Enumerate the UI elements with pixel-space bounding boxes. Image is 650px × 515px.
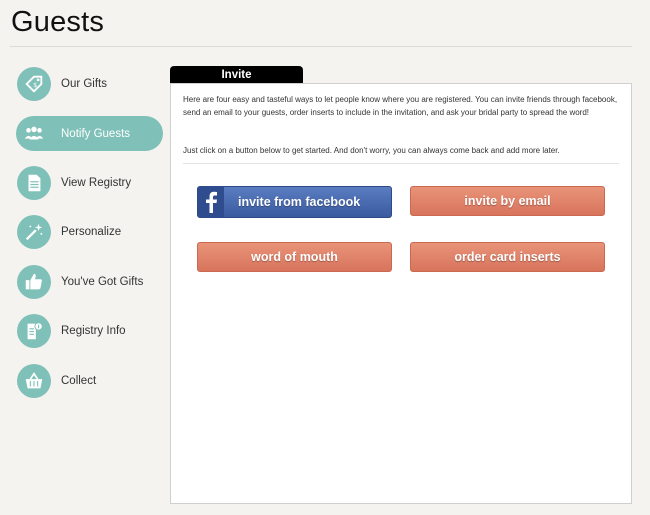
basket-icon xyxy=(17,363,51,398)
tab-invite[interactable]: Invite xyxy=(170,66,303,84)
invite-by-email-button[interactable]: invite by email xyxy=(410,186,605,216)
magic-wand-icon xyxy=(17,214,51,249)
gift-tag-icon: $ xyxy=(17,66,51,101)
sidebar-item-collect[interactable]: Collect xyxy=(16,363,163,398)
document-icon xyxy=(17,165,51,200)
sidebar-item-view-registry[interactable]: View Registry xyxy=(16,165,163,200)
sidebar-item-label: Our Gifts xyxy=(61,77,108,90)
hint-text: Just click on a button below to get star… xyxy=(183,146,560,155)
facebook-button-label: invite from facebook xyxy=(238,195,361,209)
info-document-icon xyxy=(17,313,51,348)
intro-text: Here are four easy and tasteful ways to … xyxy=(183,95,618,117)
order-card-inserts-button[interactable]: order card inserts xyxy=(410,242,605,272)
sidebar-item-personalize[interactable]: Personalize xyxy=(16,214,163,249)
sidebar-item-label: Registry Info xyxy=(61,324,126,337)
sidebar-item-label: Notify Guests xyxy=(61,127,131,140)
sidebar-item-label: View Registry xyxy=(61,176,132,189)
sidebar-item-our-gifts[interactable]: $ Our Gifts xyxy=(16,66,163,101)
thumbs-up-icon xyxy=(17,264,51,299)
sidebar-item-label: You've Got Gifts xyxy=(61,275,144,288)
invite-from-facebook-button[interactable]: invite from facebook xyxy=(197,186,392,218)
sidebar-item-label: Personalize xyxy=(61,225,122,238)
facebook-icon xyxy=(198,186,224,218)
sidebar-item-label: Collect xyxy=(61,374,97,387)
people-icon xyxy=(17,117,51,151)
sidebar-item-registry-info[interactable]: Registry Info xyxy=(16,313,163,348)
panel-divider xyxy=(183,163,619,164)
svg-text:$: $ xyxy=(33,80,37,88)
sidebar-item-youve-got-gifts[interactable]: You've Got Gifts xyxy=(16,264,163,299)
sidebar-item-notify-guests[interactable]: Notify Guests xyxy=(16,116,163,151)
word-of-mouth-button[interactable]: word of mouth xyxy=(197,242,392,272)
title-divider xyxy=(10,46,632,47)
page-title: Guests xyxy=(11,6,105,38)
